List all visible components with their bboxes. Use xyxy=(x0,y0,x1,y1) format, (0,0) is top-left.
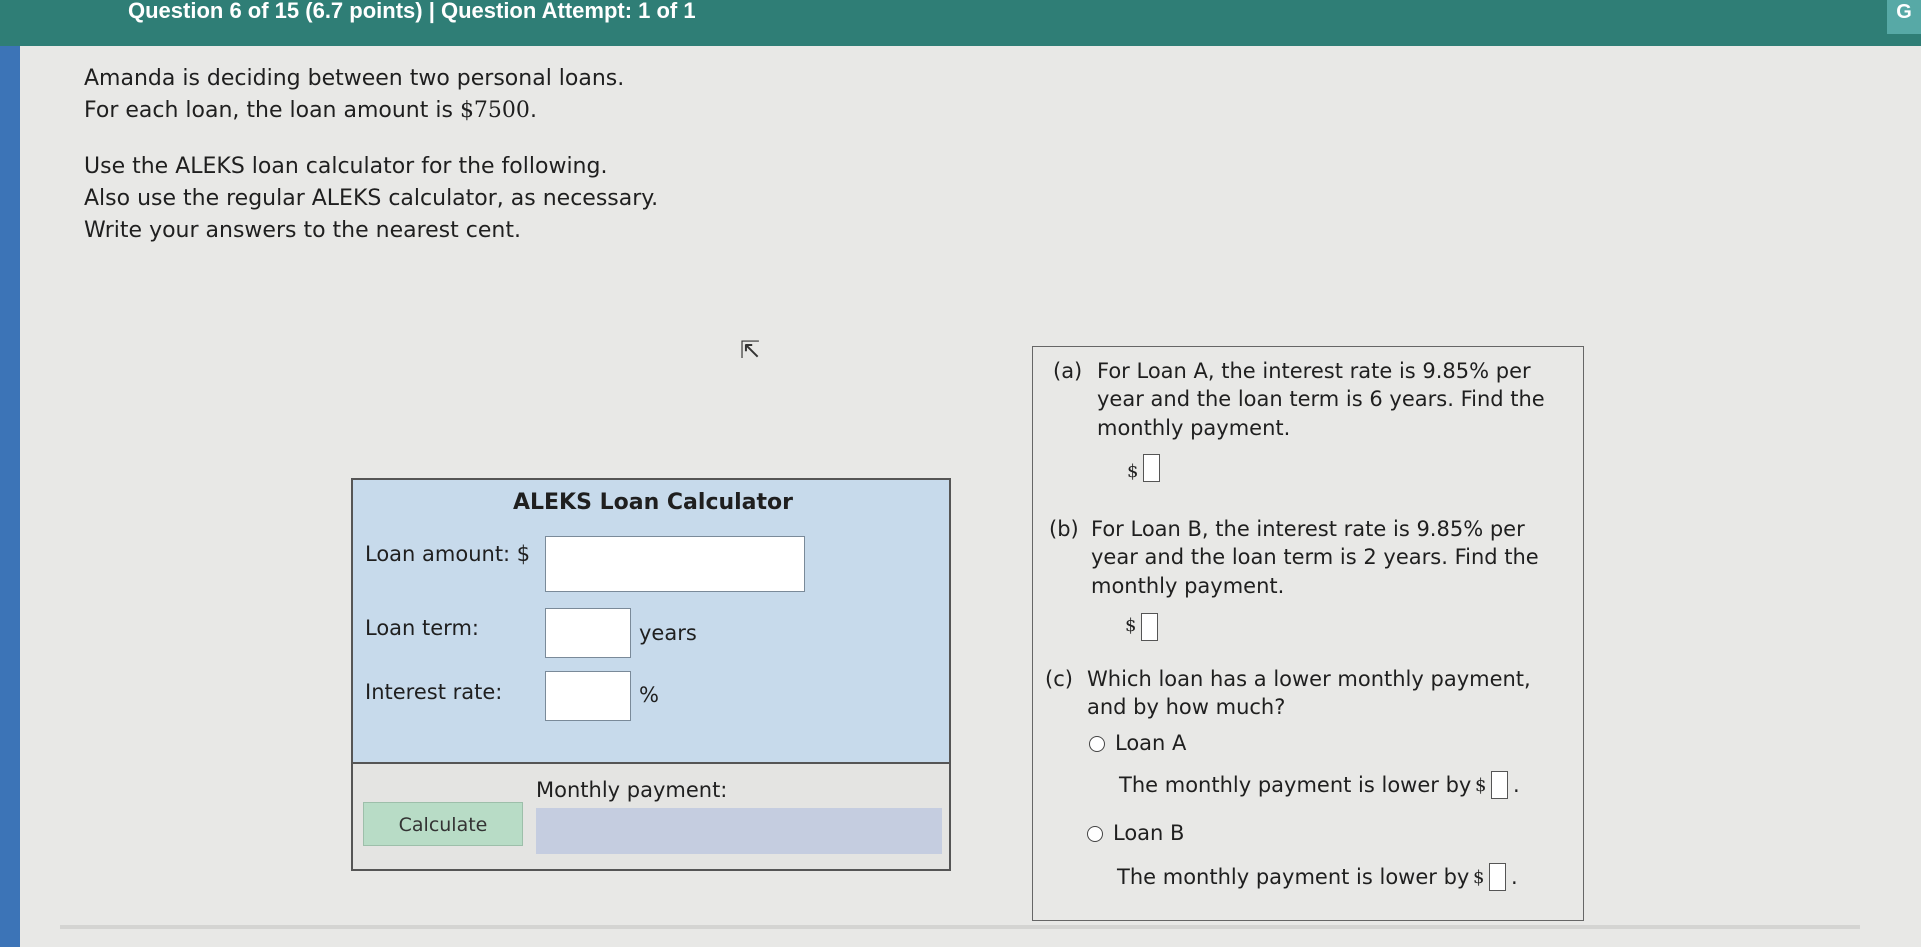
mouse-cursor-icon: ⇱ xyxy=(740,336,761,364)
part-b-label: (b) xyxy=(1049,517,1079,541)
question-prompt: Amanda is deciding between two personal … xyxy=(84,63,658,246)
part-b-answer-input[interactable] xyxy=(1141,613,1158,641)
loan-a-lower-text: The monthly payment is lower by xyxy=(1119,773,1472,797)
corner-button[interactable]: G xyxy=(1887,0,1921,34)
calculator-title: ALEKS Loan Calculator xyxy=(512,490,794,515)
loan-a-dollar: $ xyxy=(1475,775,1487,796)
loan-calculator: ALEKS Loan Calculator Loan amount: $ Loa… xyxy=(351,478,951,871)
loan-b-difference-input[interactable] xyxy=(1489,863,1506,891)
loan-a-option-label[interactable]: Loan A xyxy=(1115,731,1186,755)
loan-b-radio[interactable] xyxy=(1087,826,1103,842)
calculate-button[interactable]: Calculate xyxy=(363,802,523,846)
bottom-divider xyxy=(60,925,1860,929)
loan-term-label: Loan term: xyxy=(365,616,479,640)
question-info: Question 6 of 15 (6.7 points) | Question… xyxy=(128,0,696,23)
loan-amount-label: Loan amount: $ xyxy=(365,542,531,566)
monthly-payment-output xyxy=(536,808,942,854)
prompt-text: . xyxy=(529,97,537,123)
part-a-question: For Loan A, the interest rate is 9.85% p… xyxy=(1097,359,1545,440)
loan-b-dollar: $ xyxy=(1473,867,1485,888)
prompt-line: Also use the regular ALEKS calculator, a… xyxy=(84,185,659,211)
left-edge xyxy=(0,46,22,947)
loan-amount-value: $7500 xyxy=(459,97,530,123)
prompt-line: For each loan, the loan amount is $7500. xyxy=(84,95,658,127)
part-a-label: (a) xyxy=(1053,359,1083,383)
part-c-question: Which loan has a lower monthly payment, … xyxy=(1087,667,1531,720)
interest-rate-unit: % xyxy=(639,683,659,707)
loan-a-radio[interactable] xyxy=(1089,736,1105,752)
loan-b-option-label[interactable]: Loan B xyxy=(1113,821,1184,845)
monthly-payment-label: Monthly payment: xyxy=(536,778,728,802)
part-b-dollar: $ xyxy=(1125,615,1137,636)
loan-amount-input[interactable] xyxy=(545,536,805,592)
interest-rate-input[interactable] xyxy=(545,671,631,721)
part-b-question: For Loan B, the interest rate is 9.85% p… xyxy=(1091,517,1539,598)
prompt-text: For each loan, the loan amount is xyxy=(84,97,460,123)
answer-panel: (a) For Loan A, the interest rate is 9.8… xyxy=(1032,346,1584,921)
loan-a-period: . xyxy=(1513,773,1520,797)
loan-a-difference-input[interactable] xyxy=(1491,771,1508,799)
prompt-line: Write your answers to the nearest cent. xyxy=(84,217,521,243)
calculator-inputs-panel: ALEKS Loan Calculator Loan amount: $ Loa… xyxy=(353,480,949,764)
loan-b-lower-text: The monthly payment is lower by xyxy=(1117,865,1470,889)
prompt-line: Use the ALEKS loan calculator for the fo… xyxy=(84,153,608,179)
part-a-dollar: $ xyxy=(1127,461,1139,482)
prompt-line: Amanda is deciding between two personal … xyxy=(84,66,625,91)
loan-b-period: . xyxy=(1511,865,1518,889)
part-a-answer-input[interactable] xyxy=(1143,454,1160,482)
interest-rate-label: Interest rate: xyxy=(365,680,503,704)
loan-term-input[interactable] xyxy=(545,608,631,658)
top-bar: Question 6 of 15 (6.7 points) | Question… xyxy=(0,0,1921,46)
loan-term-unit: years xyxy=(639,621,697,645)
part-c-label: (c) xyxy=(1045,667,1073,691)
